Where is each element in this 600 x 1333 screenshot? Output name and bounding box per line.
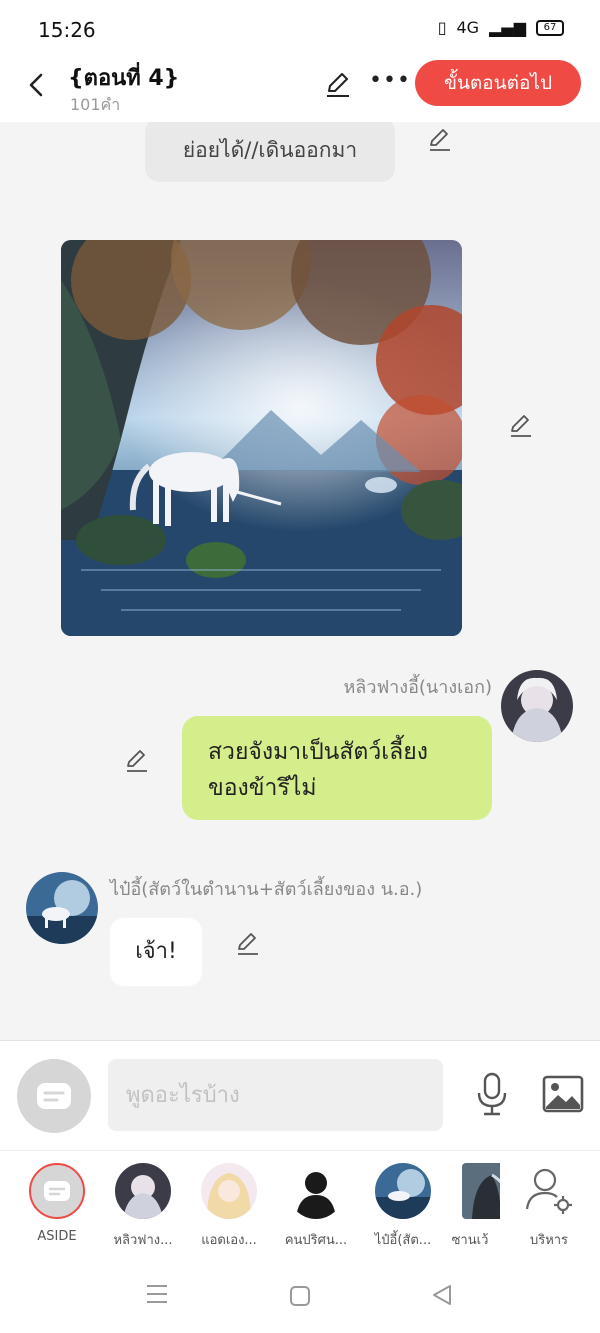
character-item[interactable]: หลิวฟาง... [103, 1163, 183, 1250]
avatar [201, 1163, 257, 1219]
character-manage[interactable]: บริหาร [509, 1163, 589, 1250]
word-count: 101คำ [70, 95, 121, 114]
edit-icon[interactable] [324, 70, 352, 98]
character-label: ไป๋อี้(สัต... [374, 1233, 432, 1248]
back-icon[interactable] [22, 70, 52, 100]
narration-bubble[interactable]: ย่อยได้//เดินออกมา [145, 122, 395, 182]
character-label: ซานเว้ [451, 1233, 489, 1248]
pen-icon[interactable] [235, 930, 261, 956]
manage-icon [525, 1168, 572, 1214]
vibrate-icon: ▯ [437, 18, 447, 37]
character-label: ASIDE [37, 1229, 77, 1244]
avatar[interactable] [26, 872, 98, 944]
character-label: หลิวฟาง... [113, 1233, 173, 1248]
status-bar: 15:26 ▯ 4G ▂▄▆ 67 [0, 0, 600, 58]
speaker-name: หลิวฟางอี้(นางเอก) [343, 677, 492, 698]
message-bubble[interactable]: สวยจังมาเป็นสัตว์เลี้ยง ของข้ารึไม่ [182, 716, 492, 820]
next-step-button[interactable]: ขั้นตอนต่อไป [415, 60, 581, 106]
avatar [288, 1163, 344, 1219]
character-item[interactable]: แอดเอง... [189, 1163, 269, 1250]
character-label: บริหาร [529, 1233, 569, 1248]
mic-icon[interactable] [474, 1071, 510, 1117]
character-aside[interactable]: ASIDE [17, 1163, 97, 1244]
message-line: ของข้ารึไม่ [208, 775, 317, 801]
character-item[interactable]: ไป๋อี้(สัต... [363, 1163, 443, 1250]
chat-icon [44, 1181, 70, 1201]
character-item[interactable]: คนปริศน... [276, 1163, 356, 1250]
aside-avatar [29, 1163, 85, 1219]
system-nav-bar [0, 1256, 600, 1333]
avatar[interactable] [501, 670, 573, 742]
back-nav-icon[interactable] [430, 1283, 454, 1307]
avatar [462, 1163, 500, 1219]
signal-icon: ▂▄▆ [489, 18, 526, 37]
avatar [375, 1163, 431, 1219]
chat-area: ย่อยได้//เดินออกมา หลิวฟางอี้(นางเอก) สว… [0, 122, 600, 1040]
composer-bar [0, 1040, 600, 1150]
character-bar: ASIDE หลิวฟาง... แอดเอง... คนปริศน... ไป… [0, 1150, 600, 1256]
character-label: แอดเอง... [201, 1233, 257, 1248]
battery-indicator: 67 [536, 19, 564, 36]
message-bubble[interactable]: เจ้า! [110, 918, 202, 986]
scene-image[interactable] [61, 240, 462, 636]
message-input[interactable] [108, 1059, 443, 1131]
episode-title: {ตอนที่ 4} [68, 66, 180, 91]
pen-icon[interactable] [427, 126, 453, 152]
character-item[interactable]: ซานเว้ [440, 1163, 500, 1250]
character-label: คนปริศน... [284, 1233, 348, 1248]
menu-icon[interactable] [146, 1284, 168, 1304]
status-time: 15:26 [38, 18, 96, 42]
image-icon[interactable] [542, 1075, 584, 1113]
pen-icon[interactable] [508, 412, 534, 438]
chat-icon [37, 1083, 71, 1109]
more-icon[interactable]: ••• [369, 68, 411, 93]
network-label: 4G [456, 18, 480, 37]
message-line: สวยจังมาเป็นสัตว์เลี้ยง [208, 739, 428, 765]
status-icons: ▯ 4G ▂▄▆ 67 [438, 18, 564, 37]
top-header: {ตอนที่ 4} 101คำ ••• ขั้นตอนต่อไป [0, 58, 600, 122]
pen-icon[interactable] [124, 747, 150, 773]
aside-toggle-button[interactable] [17, 1059, 91, 1133]
avatar [115, 1163, 171, 1219]
home-icon[interactable] [289, 1285, 311, 1307]
speaker-name: ไป๋อี้(สัตว์ในตำนาน+สัตว์เลี้ยงของ น.อ.) [110, 879, 423, 900]
